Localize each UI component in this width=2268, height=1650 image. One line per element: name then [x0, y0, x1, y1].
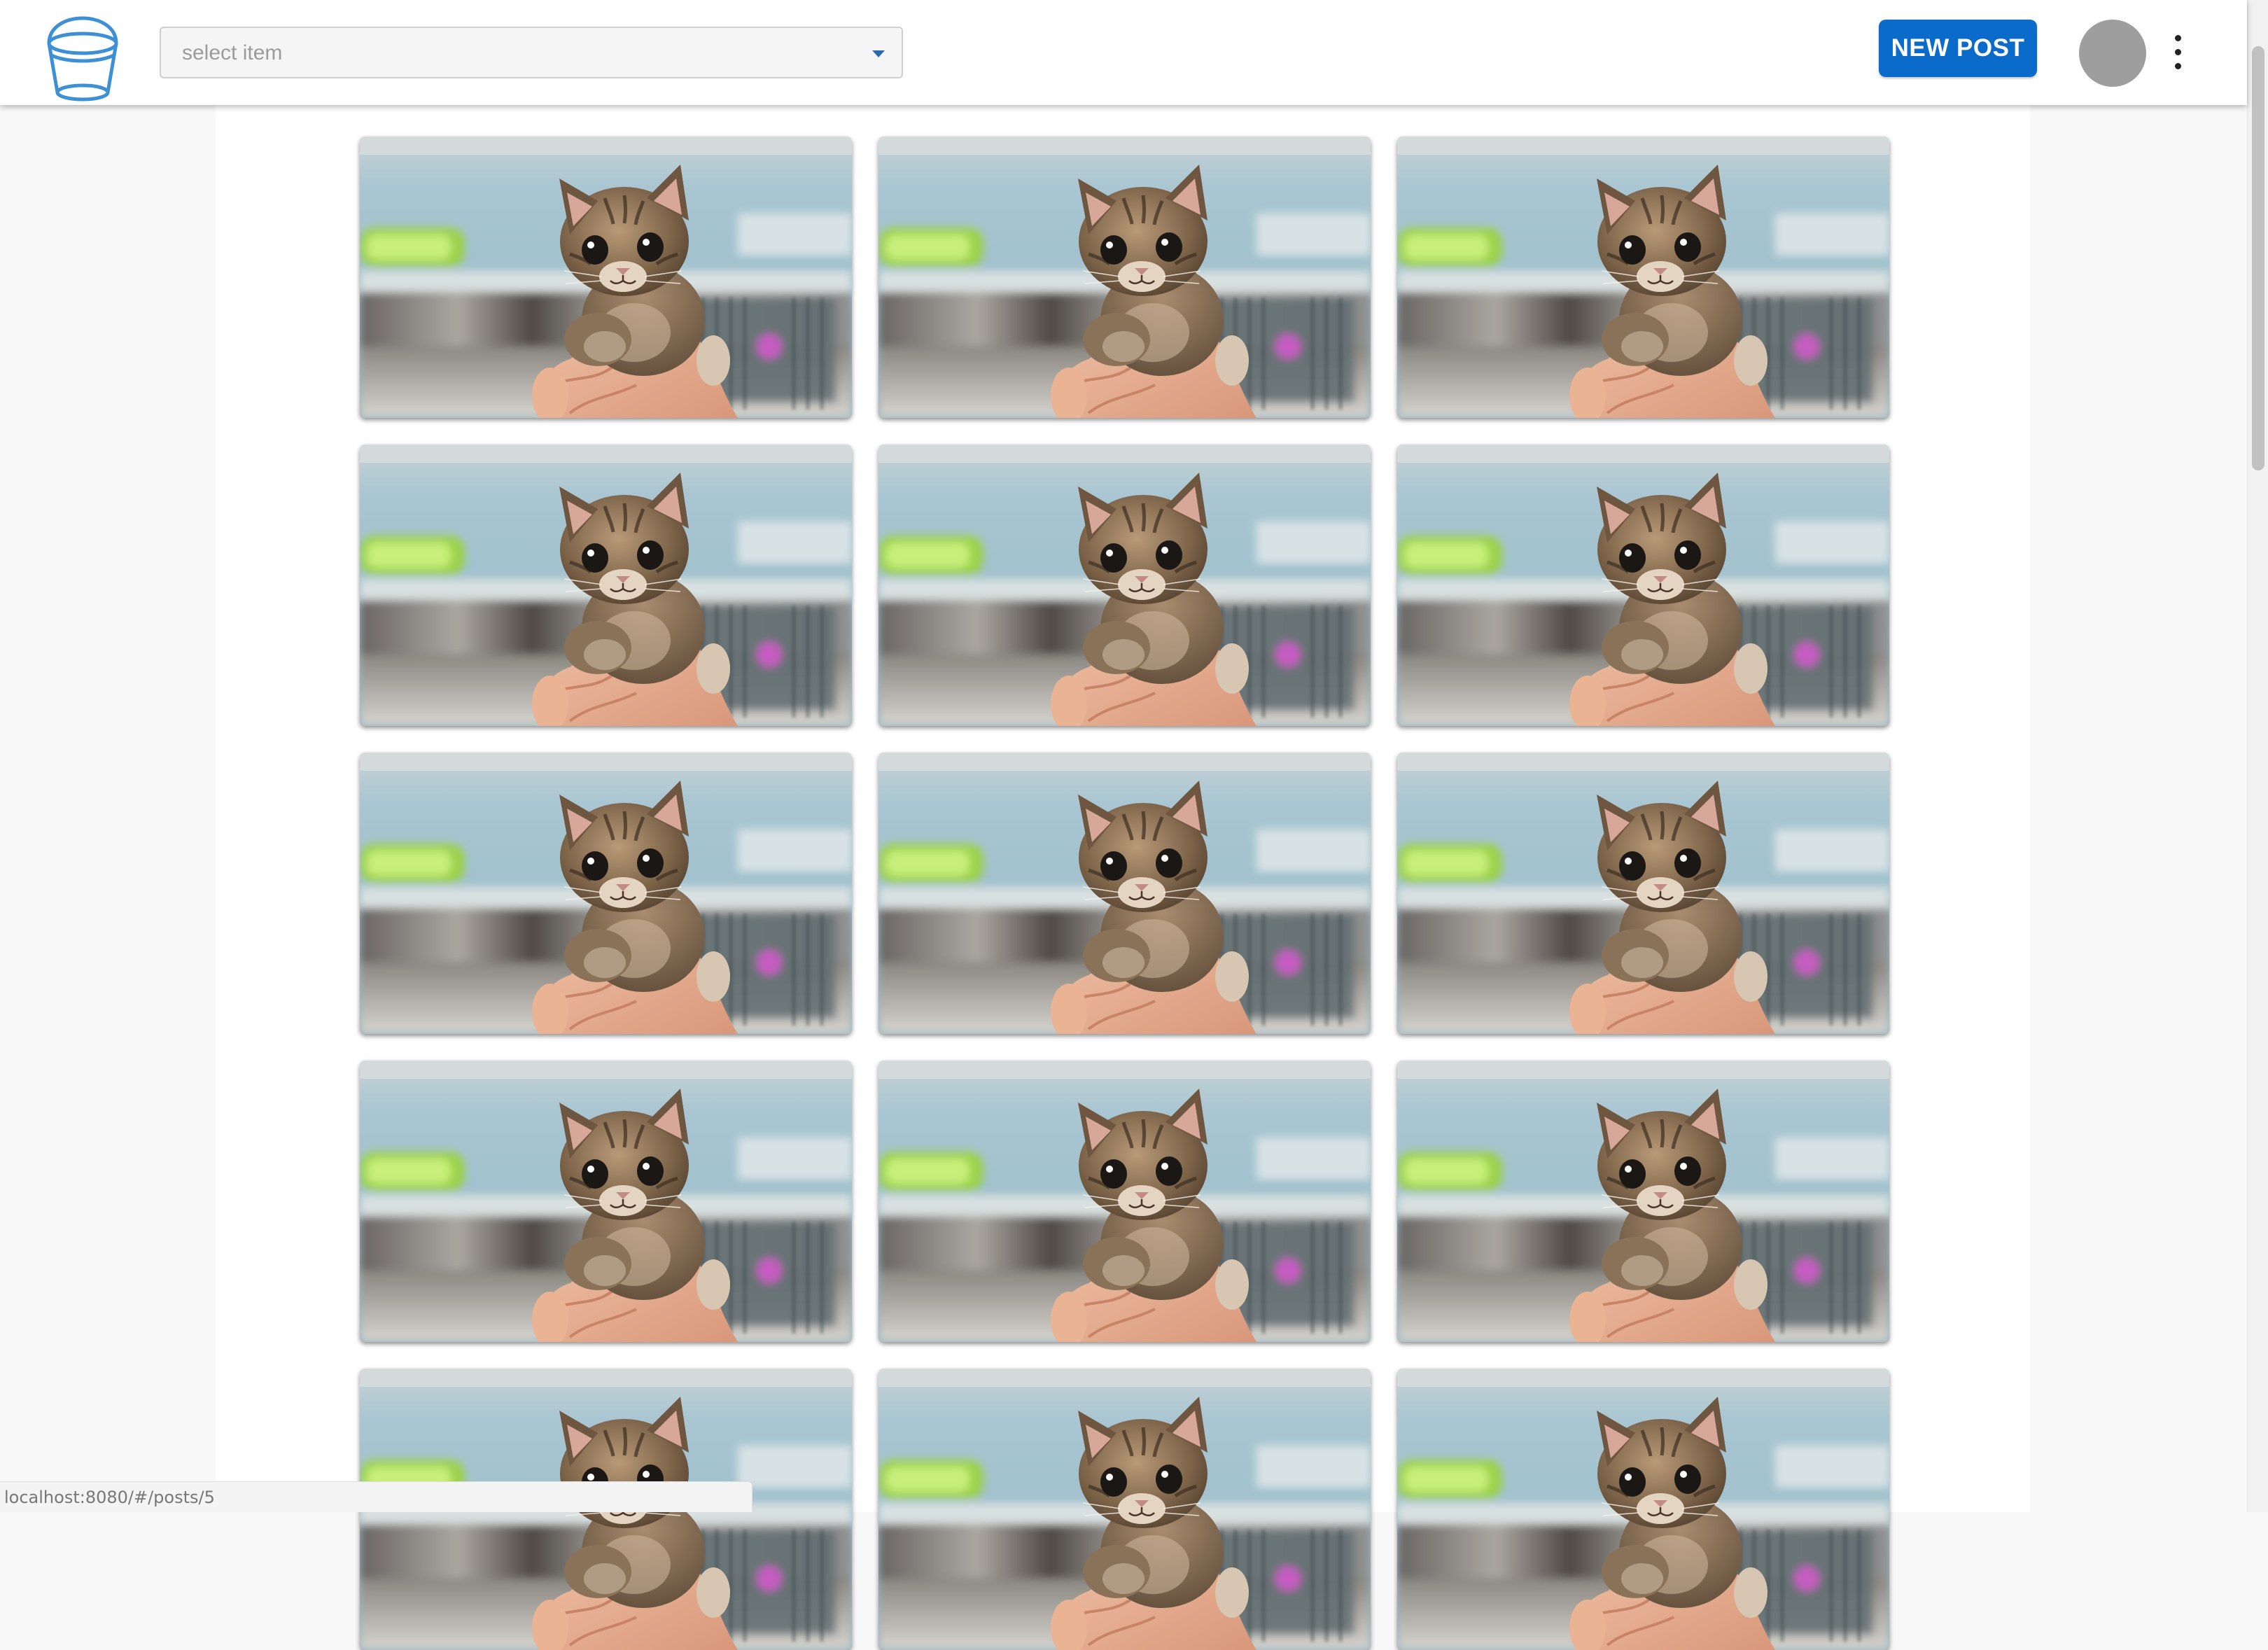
kitten-photo: [1397, 1061, 1889, 1342]
kitten-photo: [878, 137, 1371, 418]
post-card[interactable]: [360, 1061, 852, 1342]
kitten-photo: [878, 1061, 1371, 1342]
scrollbar-thumb[interactable]: [2252, 46, 2264, 470]
post-card[interactable]: [360, 137, 852, 418]
kitten-photo: [878, 753, 1371, 1034]
kitten-photo: [360, 445, 852, 726]
kitten-photo: [360, 1061, 852, 1342]
post-card[interactable]: [1397, 753, 1889, 1034]
app-bar: select item NEW POST: [0, 0, 2247, 105]
post-card[interactable]: [360, 445, 852, 726]
user-avatar[interactable]: [2079, 20, 2146, 87]
post-card[interactable]: [878, 753, 1371, 1034]
vertical-scrollbar[interactable]: [2247, 0, 2268, 1512]
new-post-button[interactable]: NEW POST: [1879, 20, 2037, 77]
status-bar-url: localhost:8080/#/posts/5: [0, 1481, 752, 1512]
caret-down-icon[interactable]: [872, 50, 885, 57]
post-card[interactable]: [1397, 1369, 1889, 1650]
kitten-photo: [1397, 137, 1889, 418]
post-card[interactable]: [878, 1061, 1371, 1342]
post-card[interactable]: [1397, 445, 1889, 726]
kitten-photo: [1397, 1369, 1889, 1650]
more-vert-icon[interactable]: [2170, 35, 2187, 70]
post-card[interactable]: [878, 445, 1371, 726]
select-placeholder: select item: [182, 41, 283, 64]
kitten-photo: [878, 445, 1371, 726]
post-card[interactable]: [878, 1369, 1371, 1650]
bucket-logo-icon[interactable]: [43, 3, 122, 104]
post-card[interactable]: [1397, 137, 1889, 418]
item-select[interactable]: select item: [160, 27, 903, 78]
post-card[interactable]: [360, 753, 852, 1034]
post-gallery: [360, 137, 1890, 1650]
kitten-photo: [878, 1369, 1371, 1650]
kitten-photo: [360, 753, 852, 1034]
kitten-photo: [1397, 753, 1889, 1034]
post-card[interactable]: [878, 137, 1371, 418]
post-card[interactable]: [1397, 1061, 1889, 1342]
kitten-photo: [1397, 445, 1889, 726]
kitten-photo: [360, 137, 852, 418]
